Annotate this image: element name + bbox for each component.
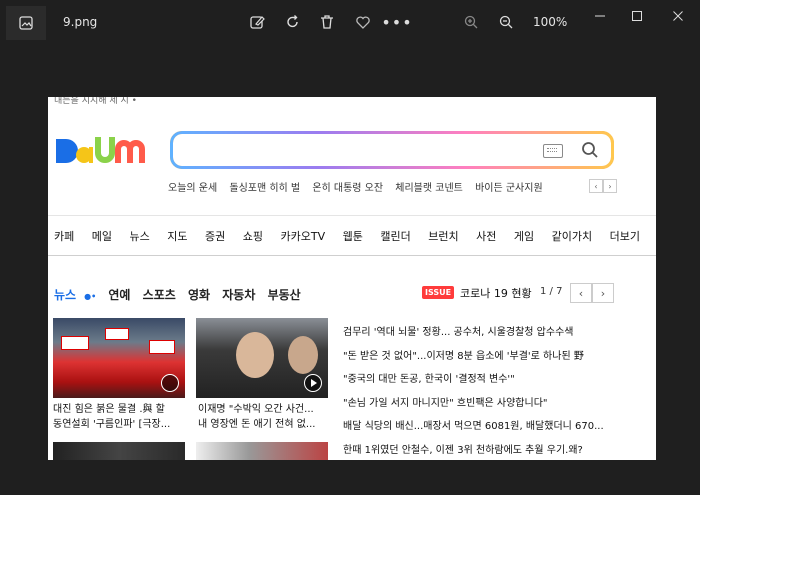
tab-sports[interactable]: 스포츠: [143, 288, 176, 302]
headline-link[interactable]: 한때 1위였던 안철수, 이젠 3위 천하람에도 추월 우기.왜?: [343, 439, 604, 461]
person-shape: [236, 332, 274, 378]
daum-logo[interactable]: [54, 131, 154, 169]
more-label: 더보기: [609, 230, 640, 243]
issue-pager: ‹ ›: [570, 283, 614, 303]
edit-icon[interactable]: [245, 10, 269, 34]
divider: [48, 215, 656, 216]
maximize-icon[interactable]: [625, 4, 649, 28]
more-icon[interactable]: •••: [381, 10, 411, 34]
issue-prev-button[interactable]: ‹: [570, 283, 592, 303]
headline-list: 검무리 '역대 뇌물' 정황... 공수처, 시울경찰청 압수수색 "돈 받은 …: [343, 321, 604, 460]
nav-item[interactable]: 지도: [167, 230, 187, 243]
tab-news[interactable]: 뉴스: [54, 288, 76, 302]
trend-item[interactable]: 온히 대통령 오잔: [312, 183, 383, 194]
gallery-icon: [161, 374, 179, 392]
caption-line: 대진 힘은 붉은 물결 .與 할: [53, 404, 165, 415]
search-box[interactable]: [170, 131, 614, 169]
keyboard-icon[interactable]: [543, 144, 563, 158]
nav-item[interactable]: 메일: [92, 230, 112, 243]
delete-icon[interactable]: [315, 10, 339, 34]
issue-next-button[interactable]: ›: [592, 283, 614, 303]
displayed-image: 내는을 지지해 세 시 • 오늘의 운세 돌싱포맨 히히 벌 온히 대통령 오잔…: [48, 97, 656, 460]
tab-indicator: ●•: [84, 292, 97, 301]
nav-item[interactable]: 게임: [514, 230, 534, 243]
daum-logo-mark: [56, 137, 145, 163]
nav-item[interactable]: 웹툰: [343, 230, 363, 243]
thumb-caption[interactable]: 대진 힘은 붉은 물결 .與 할 동연설회 '구름인파' [극장...: [53, 402, 185, 432]
file-name: 9.png: [63, 15, 98, 29]
nav-item[interactable]: 카페: [54, 230, 74, 243]
headline-link[interactable]: "돈 받은 것 없어"...이저명 8분 읍소에 '부결'로 하나된 野: [343, 345, 604, 369]
play-icon: [304, 374, 322, 392]
minimize-icon[interactable]: [588, 4, 612, 28]
tab-entertainment[interactable]: 연예: [108, 288, 130, 302]
trend-item[interactable]: 오늘의 운세: [168, 183, 217, 194]
news-thumbnail-rally[interactable]: [53, 318, 185, 398]
caption-line: 내 영장엔 돈 애기 전혀 없...: [198, 419, 316, 430]
nav-item[interactable]: 캘린더: [380, 230, 410, 243]
search-icon[interactable]: [581, 141, 599, 159]
nav-item[interactable]: 증권: [205, 230, 225, 243]
flag-shape: [61, 336, 89, 350]
favorite-icon[interactable]: [351, 10, 375, 34]
tab-realestate[interactable]: 부동산: [268, 288, 301, 302]
zoom-in-icon[interactable]: [459, 10, 483, 34]
viewer-toolbar: 9.png ••• 100%: [0, 0, 700, 44]
issue-badge: ISSUE: [422, 286, 455, 299]
headline-link[interactable]: "중국의 대만 돈공, 한국이 '결정적 변수'": [343, 368, 604, 392]
nav-item[interactable]: 카카오TV: [281, 230, 326, 243]
search-input[interactable]: [183, 140, 547, 164]
nav-item[interactable]: 쇼핑: [243, 230, 263, 243]
nav-item[interactable]: 같이가치: [552, 230, 592, 243]
headline-link[interactable]: 배달 식당의 배신...매장서 먹으면 6081원, 배달했더니 670...: [343, 415, 604, 439]
thumb-caption[interactable]: 이재명 "수박익 오간 사건... 내 영장엔 돈 애기 전혀 없...: [198, 402, 330, 432]
trend-item[interactable]: 돌싱포맨 히히 벌: [229, 183, 300, 194]
zoom-level: 100%: [533, 15, 568, 29]
news-thumbnail-press[interactable]: [196, 318, 328, 398]
trending-keywords: 오늘의 운세 돌싱포맨 히히 벌 온히 대통령 오잔 체리블랫 코넨트 바이든 …: [168, 179, 552, 194]
caption-line: 동연설회 '구름인파' [극장...: [53, 419, 171, 430]
tab-car[interactable]: 자동차: [222, 288, 255, 302]
trend-item[interactable]: 체리블랫 코넨트: [395, 183, 463, 194]
nav-item[interactable]: 사전: [476, 230, 496, 243]
nav-item[interactable]: 뉴스: [130, 230, 150, 243]
zoom-out-icon[interactable]: [494, 10, 518, 34]
image-viewer-window: 9.png ••• 100% 내는을 지지해 세 시 • 오늘의 운세 돌싱포맨…: [0, 0, 700, 495]
image-icon[interactable]: [6, 6, 46, 40]
issue-page-count: 1 / 7: [540, 286, 563, 297]
news-tabs: 뉴스 ●• 연예 스포츠 영화 자동차 부동산: [54, 286, 309, 303]
issue-topic[interactable]: 코로나 19 현황: [460, 285, 532, 301]
trend-item[interactable]: 바이든 군사지원: [475, 183, 543, 194]
chevron-down-icon: ⌄: [654, 230, 656, 243]
flag-shape: [149, 340, 175, 354]
close-icon[interactable]: [666, 4, 690, 28]
trend-nav: ‹ ›: [589, 179, 617, 193]
flag-shape: [105, 328, 129, 340]
service-nav: 카페 메일 뉴스 지도 증권 쇼핑 카카오TV 웹툰 캘린더 브런치 사전 게임…: [54, 228, 656, 244]
trend-next-button[interactable]: ›: [603, 179, 617, 193]
tab-movie[interactable]: 영화: [188, 288, 210, 302]
top-snippet-text: 내는을 지지해 세 시 •: [54, 97, 137, 106]
nav-item-more[interactable]: 더보기 ⌄: [610, 230, 656, 243]
divider: [48, 255, 656, 256]
nav-item[interactable]: 브런치: [428, 230, 458, 243]
rotate-icon[interactable]: [281, 10, 305, 34]
headline-link[interactable]: "손님 가일 서지 마니지만" 흐빈팩은 사양합니다": [343, 392, 604, 416]
headline-link[interactable]: 검무리 '역대 뇌물' 정황... 공수처, 시울경찰청 압수수색: [343, 321, 604, 345]
caption-line: 이재명 "수박익 오간 사건...: [198, 404, 314, 415]
news-thumbnail-bottom[interactable]: [53, 442, 185, 460]
person-shape: [288, 336, 318, 374]
trend-prev-button[interactable]: ‹: [589, 179, 603, 193]
news-thumbnail-bottom[interactable]: [196, 442, 328, 460]
